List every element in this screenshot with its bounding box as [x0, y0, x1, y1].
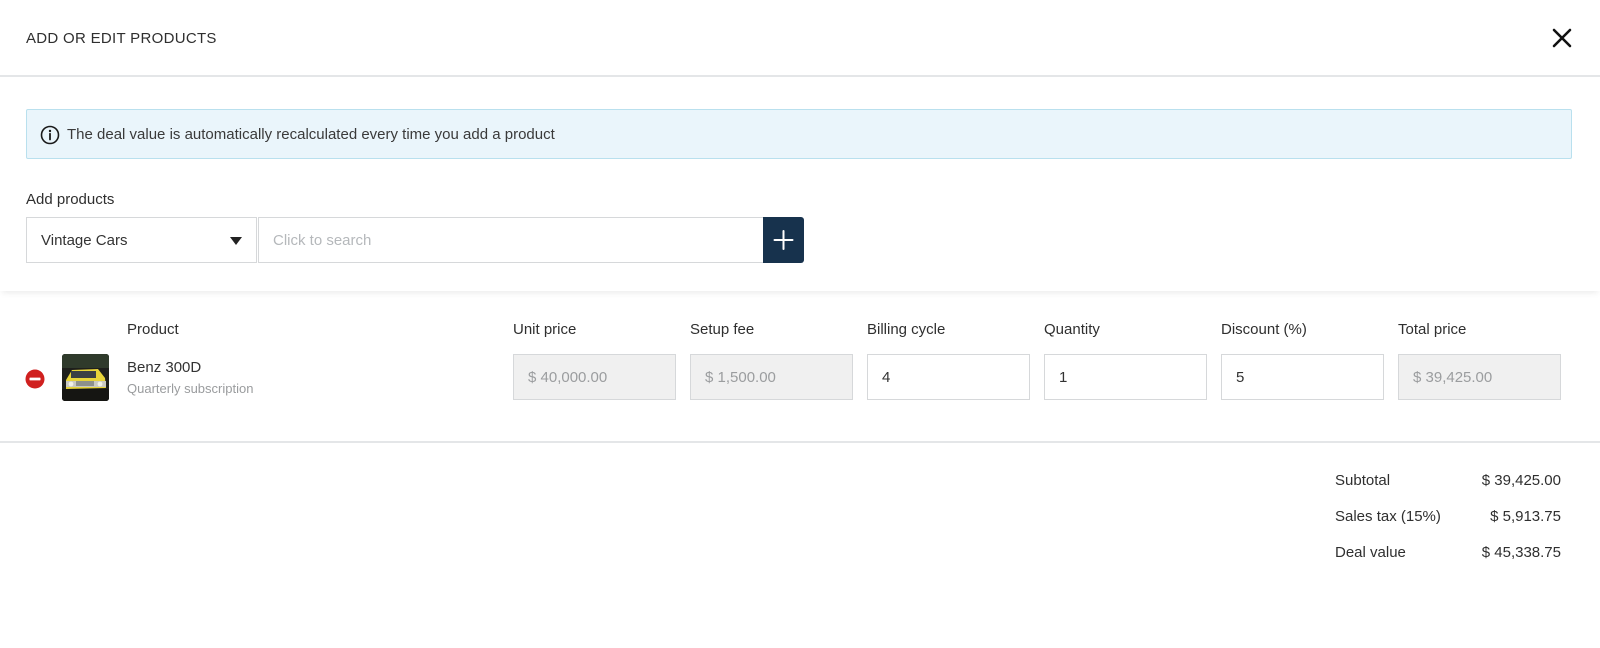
column-header-quantity: Quantity: [1044, 321, 1100, 338]
quantity-field[interactable]: [1044, 354, 1207, 400]
deal-value-label: Deal value: [1335, 544, 1406, 561]
add-products-panel: The deal value is automatically recalcul…: [0, 79, 1600, 291]
remove-product-icon[interactable]: [25, 369, 45, 389]
setup-fee-field: [690, 354, 853, 400]
column-header-discount: Discount (%): [1221, 321, 1307, 338]
discount-field[interactable]: [1221, 354, 1384, 400]
billing-cycle-field[interactable]: [867, 354, 1030, 400]
total-price-field: [1398, 354, 1561, 400]
subtotal-value: $ 39,425.00: [1481, 472, 1561, 489]
deal-value-value: $ 45,338.75: [1481, 544, 1561, 561]
subtotal-row: Subtotal $ 39,425.00: [1335, 472, 1561, 508]
caret-down-icon: [230, 237, 242, 245]
deal-value-row: Deal value $ 45,338.75: [1335, 544, 1561, 580]
column-header-product: Product: [127, 321, 179, 338]
close-icon[interactable]: [1550, 26, 1574, 50]
sales-tax-label: Sales tax (15%): [1335, 508, 1441, 525]
column-header-total-price: Total price: [1398, 321, 1467, 338]
products-table: Product Unit price Setup fee Billing cyc…: [0, 291, 1600, 443]
modal-title: ADD OR EDIT PRODUCTS: [26, 30, 217, 47]
product-name: Benz 300D: [127, 359, 202, 376]
column-header-unit-price: Unit price: [513, 321, 577, 338]
totals-summary: Subtotal $ 39,425.00 Sales tax (15%) $ 5…: [1335, 472, 1561, 580]
column-header-setup-fee: Setup fee: [690, 321, 755, 338]
category-selected-value: Vintage Cars: [41, 232, 128, 249]
add-product-button[interactable]: [763, 217, 804, 263]
subtotal-label: Subtotal: [1335, 472, 1391, 489]
unit-price-field: [513, 354, 676, 400]
category-select[interactable]: Vintage Cars: [26, 217, 257, 263]
product-subtitle: Quarterly subscription: [127, 381, 254, 396]
add-products-label: Add products: [26, 191, 115, 208]
product-thumbnail: [62, 354, 109, 401]
sales-tax-row: Sales tax (15%) $ 5,913.75: [1335, 508, 1561, 544]
modal-header: ADD OR EDIT PRODUCTS: [0, 0, 1600, 77]
info-icon: [40, 125, 60, 145]
product-search-input[interactable]: [258, 217, 764, 263]
plus-icon: [773, 230, 794, 250]
sales-tax-value: $ 5,913.75: [1490, 508, 1561, 525]
info-banner: The deal value is automatically recalcul…: [26, 109, 1572, 159]
column-header-billing-cycle: Billing cycle: [867, 321, 946, 338]
info-text: The deal value is automatically recalcul…: [67, 126, 555, 143]
